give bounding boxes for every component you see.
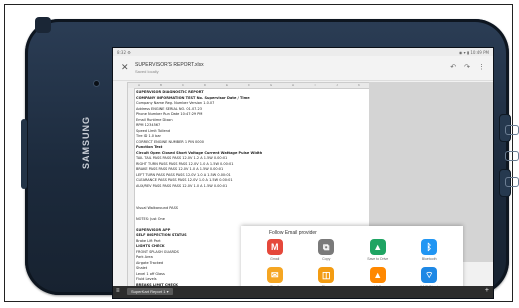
copy-icon: ⧉ (318, 239, 335, 255)
pen-slot (35, 17, 51, 33)
sheet-row[interactable]: Tire ID 1.0 bar (136, 134, 368, 138)
sheet-row[interactable]: Visual Walkaround PASS (136, 206, 368, 210)
share-app-label: Bluetooth (421, 257, 437, 261)
sheet-row[interactable]: SUPERVISOR DIAGNOSTIC REPORT (136, 90, 368, 94)
sheet-tab[interactable]: SuperKart Report 1 ▾ (127, 288, 173, 295)
sheet-row[interactable]: CLEARANCE PASS PASS PASS 12.0V 1.0 A 1.5… (136, 178, 368, 182)
share-app-gmail[interactable]: M Gmail (249, 239, 301, 261)
column-header[interactable]: D (194, 83, 216, 88)
tablet-device: SAMSUNG 8:32 ⚙ ◉ ▾ ▮ 10:49 PM ✕ SUPERVIS… (21, 17, 519, 299)
sheet-row[interactable]: COMPANY INFORMATION TEST No. Supervisor … (136, 96, 368, 100)
column-header[interactable]: H (282, 83, 304, 88)
more-menu-icon[interactable]: ⋮ (478, 63, 485, 71)
bluetooth-icon: ᛒ (421, 239, 438, 255)
side-grip (21, 119, 27, 189)
sheet-row[interactable]: Company Name Reg. Number Version 1.0.07 (136, 101, 368, 105)
add-sheet-button[interactable]: + (485, 287, 489, 294)
status-bar: 8:32 ⚙ ◉ ▾ ▮ 10:49 PM (113, 48, 493, 56)
share-sheet-title: Follow Email provider (269, 230, 317, 236)
undo-icon[interactable]: ↶ (450, 63, 456, 71)
column-header[interactable]: K (348, 83, 370, 88)
share-app-label: Copy (322, 257, 331, 261)
sheet-tab-bar: ≡ SuperKart Report 1 ▾ + (113, 286, 493, 298)
column-header[interactable]: F (238, 83, 260, 88)
app-bar: ✕ SUPERVISOR'S REPORT.xlsx Saved locally… (113, 56, 493, 81)
sheet-row[interactable] (136, 189, 368, 193)
recent-key (505, 125, 519, 135)
sheets-menu-icon[interactable]: ≡ (116, 288, 120, 294)
sheet-row[interactable]: RPM 1234567 (136, 123, 368, 127)
file-subtitle: Saved locally (135, 69, 159, 74)
screenshot-frame: SAMSUNG 8:32 ⚙ ◉ ▾ ▮ 10:49 PM ✕ SUPERVIS… (4, 4, 519, 302)
wifi-direct-icon: ⌔ (421, 267, 438, 283)
column-header[interactable]: B (150, 83, 172, 88)
redo-icon[interactable]: ↷ (464, 63, 470, 71)
app-actions: ↶ ↷ ⋮ (450, 63, 485, 71)
home-key (505, 151, 519, 161)
sheet-row[interactable]: Circuit Open Closed Short Voltage Curren… (136, 151, 368, 155)
status-right: ◉ ▾ ▮ 10:49 PM (458, 49, 489, 55)
sheet-row[interactable]: Speed Limit Tollend (136, 129, 368, 133)
sheet-row[interactable]: AUX/REV PASS PASS PASS 12.0V 1.0 A 1.5W … (136, 184, 368, 188)
share-app-bluetooth[interactable]: ᛒ Bluetooth (404, 239, 456, 261)
sheet-row[interactable]: TAIL TAIL PASS PASS PASS 12.0V 1.2 A 1.5… (136, 156, 368, 160)
front-camera (94, 81, 99, 86)
sheet-row[interactable]: NOTES: Just One (136, 217, 368, 221)
sheet-row[interactable]: Phone Number Run Date 10:47:29 PM (136, 112, 368, 116)
gmail-icon: M (266, 239, 283, 255)
share-app-copy[interactable]: ⧉ Copy (301, 239, 353, 261)
vlc-icon: ▲ (369, 267, 386, 283)
brand-logo: SAMSUNG (81, 115, 91, 169)
back-key (505, 177, 519, 187)
column-header[interactable]: J (326, 83, 348, 88)
sheet-row[interactable]: LEFT TURN PASS PASS PASS 12.0V 1.0 A 1.5… (136, 173, 368, 177)
sheet-row[interactable]: BRAKE PASS PASS PASS 12.0V 1.0 A 1.5W 0.… (136, 167, 368, 171)
device-screen: 8:32 ⚙ ◉ ▾ ▮ 10:49 PM ✕ SUPERVISOR'S REP… (112, 47, 494, 299)
sheet-row[interactable] (136, 195, 368, 199)
share-app-label: Gmail (270, 257, 280, 261)
share-icon: ◫ (318, 267, 335, 283)
sheet-row[interactable]: CORRECT ENGINE NUMBER 1 PIN 0000 (136, 140, 368, 144)
drive-icon: ▲ (369, 239, 386, 255)
column-header[interactable]: G (260, 83, 282, 88)
file-title: SUPERVISOR'S REPORT.xlsx (135, 62, 204, 68)
sheet-row[interactable] (136, 200, 368, 204)
column-header[interactable]: E (216, 83, 238, 88)
column-header[interactable]: C (172, 83, 194, 88)
column-headers: ABCDEFGHIJK (128, 83, 370, 89)
sheet-row[interactable]: Email Runtime Dixon (136, 118, 368, 122)
sheet-row[interactable] (136, 211, 368, 215)
row-numbers (128, 88, 135, 293)
share-app-save-to-drive[interactable]: ▲ Save to Drive (352, 239, 404, 261)
status-left: 8:32 ⚙ (117, 49, 131, 55)
email-icon: ✉ (266, 267, 283, 283)
close-icon[interactable]: ✕ (121, 62, 129, 73)
sheet-row[interactable]: RIGHT TURN PASS PASS PASS 12.0V 1.0 A 1.… (136, 162, 368, 166)
sheet-row[interactable]: Function Test (136, 145, 368, 149)
share-app-grid: MGmail⧉Copy▲Save to DriveᛒBluetooth✉Emai… (249, 239, 455, 289)
share-app-label: Save to Drive (367, 257, 389, 261)
column-header[interactable]: I (304, 83, 326, 88)
sheet-row[interactable]: Address ENGINE SERIAL NO. 01.07.23 (136, 107, 368, 111)
